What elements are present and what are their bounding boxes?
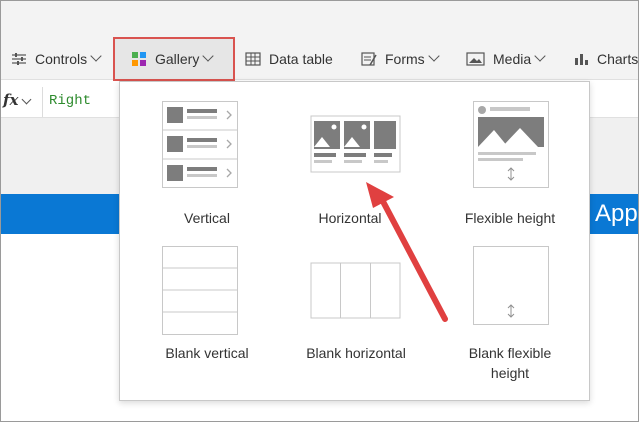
flexible-height-label: Flexible height: [464, 210, 556, 226]
forms-label: Forms: [385, 51, 425, 67]
gallery-dropdown: Vertical Horizontal Flexible height Blan…: [119, 81, 590, 401]
insert-toolbar: Controls Gallery Data table Forms Media …: [1, 39, 638, 80]
gallery-option-vertical[interactable]: Vertical: [142, 97, 272, 226]
gallery-label: Gallery: [155, 51, 200, 67]
horizontal-gallery-icon: [310, 115, 401, 173]
forms-menu[interactable]: Forms: [361, 39, 440, 79]
vertical-label: Vertical: [184, 210, 230, 226]
blank-horizontal-gallery-icon: [310, 262, 401, 319]
chevron-down-icon: [428, 50, 440, 62]
charts-menu[interactable]: Charts: [573, 39, 638, 79]
blank-vertical-label: Blank vertical: [165, 345, 249, 361]
chevron-down-icon: [202, 50, 215, 62]
chevron-down-icon: [90, 50, 102, 62]
top-strip: [1, 1, 638, 39]
gallery-icon: [131, 51, 147, 67]
vertical-gallery-icon: [162, 101, 238, 188]
fx-icon[interactable]: fx: [3, 91, 18, 109]
controls-label: Controls: [35, 51, 88, 67]
media-icon: [466, 51, 485, 67]
gallery-menu-button[interactable]: Gallery: [131, 39, 215, 79]
forms-icon: [361, 51, 377, 67]
gallery-option-blank-flexible-height[interactable]: Blank flexible height: [445, 242, 575, 382]
chevron-down-icon[interactable]: [21, 94, 32, 105]
gallery-option-blank-vertical[interactable]: Blank vertical: [142, 242, 272, 367]
data-table-icon: [245, 51, 261, 67]
controls-icon: [11, 51, 27, 67]
formula-separator: [42, 87, 43, 117]
flexible-height-gallery-icon: [473, 101, 549, 188]
chevron-down-icon: [534, 50, 546, 62]
formula-input[interactable]: Right: [49, 93, 91, 109]
media-label: Media: [493, 51, 532, 67]
charts-icon: [573, 51, 589, 67]
controls-menu[interactable]: Controls: [11, 39, 102, 79]
horizontal-label: Horizontal: [318, 210, 382, 226]
data-table-label: Data table: [269, 51, 333, 67]
gallery-option-blank-horizontal[interactable]: Blank horizontal: [291, 242, 421, 367]
data-table-menu[interactable]: Data table: [245, 39, 333, 79]
blank-vertical-gallery-icon: [162, 246, 238, 335]
charts-label: Charts: [597, 51, 639, 67]
media-menu[interactable]: Media: [466, 39, 546, 79]
gallery-option-flexible-height[interactable]: Flexible height: [445, 97, 575, 226]
blank-horizontal-label: Blank horizontal: [306, 345, 406, 361]
banner-text: App: [595, 200, 638, 227]
gallery-option-horizontal[interactable]: Horizontal: [285, 97, 415, 226]
app-window: Controls Gallery Data table Forms Media …: [0, 0, 639, 422]
blank-flexible-height-label: Blank flexible height: [468, 345, 552, 381]
blank-flexible-height-gallery-icon: [473, 246, 549, 325]
